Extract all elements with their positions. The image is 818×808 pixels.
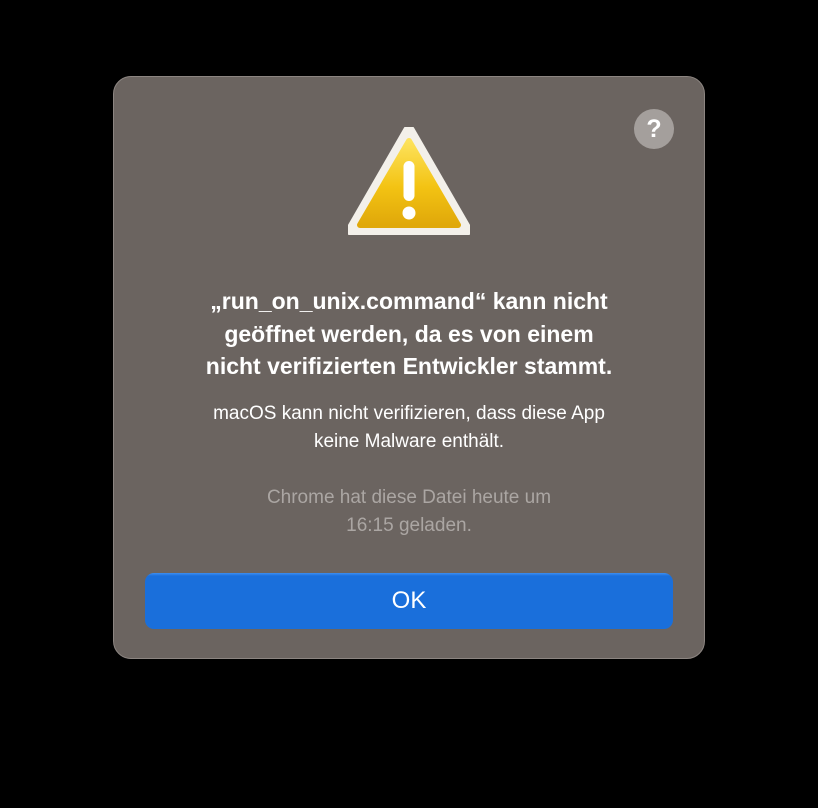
dialog-message-line: macOS kann nicht verifizieren, dass dies… — [213, 403, 605, 424]
dialog-message: macOS kann nicht verifizieren, dass dies… — [134, 400, 684, 456]
dialog-title-line: geöffnet werden, da es von einem — [224, 320, 594, 347]
dialog-title: „run_on_unix.command“ kann nicht geöffne… — [134, 285, 684, 383]
download-note: Chrome hat diese Datei heute um 16:15 ge… — [134, 484, 684, 540]
help-button[interactable]: ? — [634, 109, 674, 149]
dialog-title-line: nicht verifizierten Entwickler stammt. — [205, 353, 613, 379]
download-note-line: 16:15 geladen. — [346, 515, 472, 536]
download-note-line: Chrome hat diese Datei heute um — [266, 487, 552, 508]
warning-triangle-icon — [348, 127, 470, 235]
alert-dialog: ? „run_on_unix.command“ kann nicht geöff… — [113, 76, 705, 659]
dialog-title-line: „run_on_unix.command“ kann nicht — [210, 288, 608, 314]
ok-button[interactable]: OK — [145, 573, 673, 629]
dialog-message-line: keine Malware enthält. — [313, 431, 505, 452]
